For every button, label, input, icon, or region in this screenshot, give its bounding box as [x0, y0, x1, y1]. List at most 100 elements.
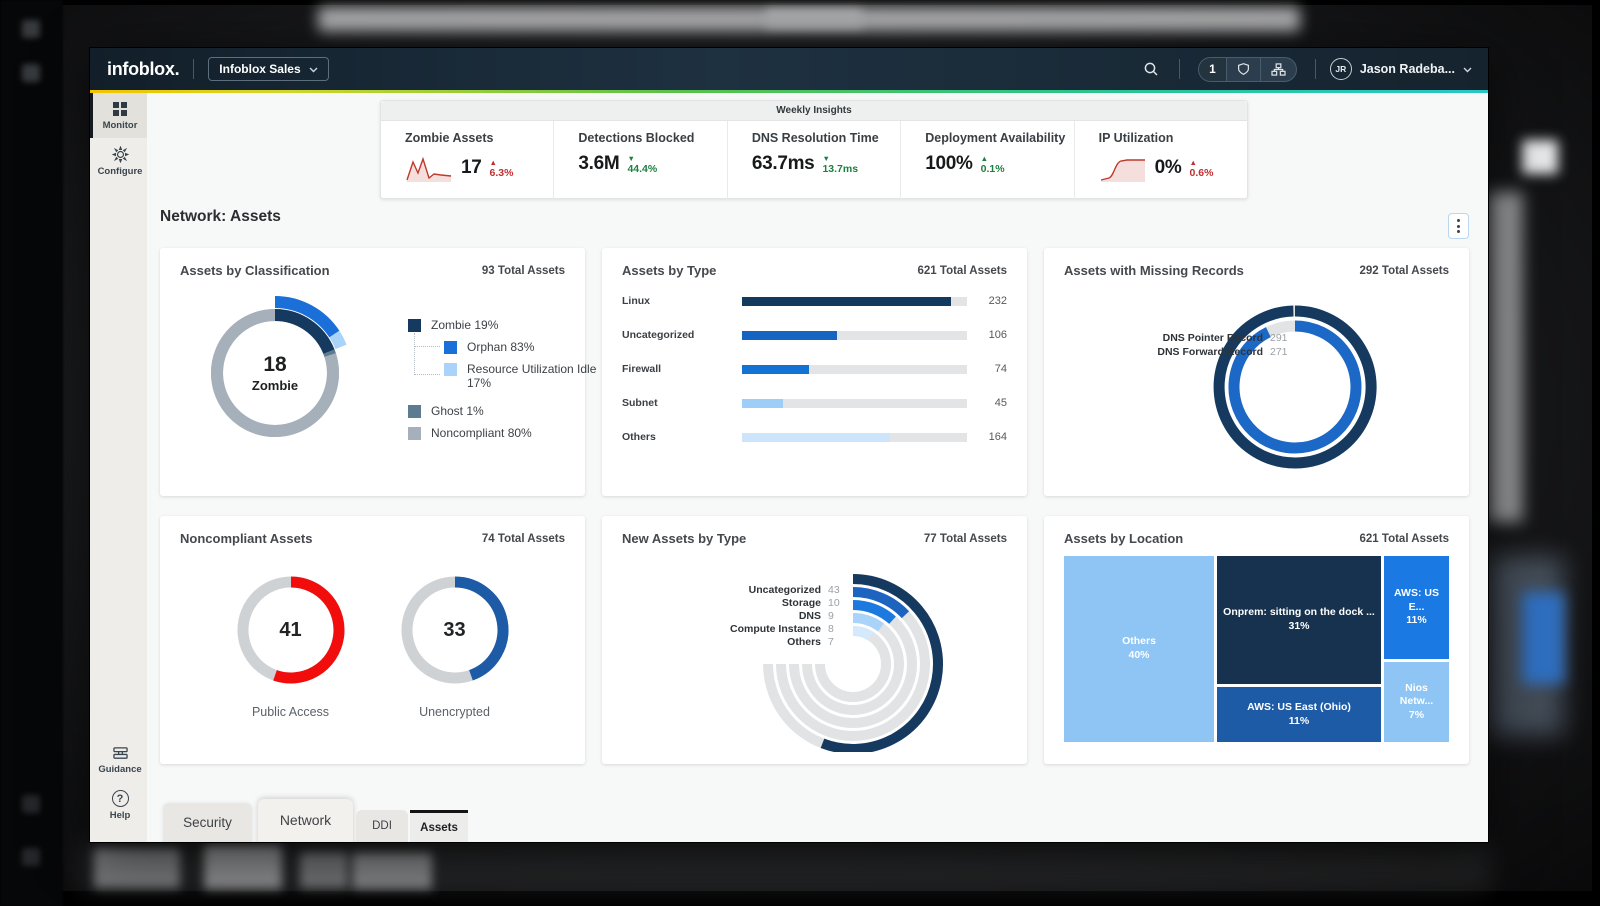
card-title: Noncompliant Assets [180, 531, 312, 546]
bar-row: Linux232 [622, 296, 1007, 306]
bar-fill [742, 297, 951, 306]
sidebar-item-monitor[interactable]: Monitor [90, 93, 147, 138]
legend-swatch [408, 319, 421, 332]
type-bar-chart: Linux232 Uncategorized106 Firewall74 Sub… [622, 278, 1007, 442]
search-icon [1143, 61, 1159, 77]
card-total: 93 Total Assets [482, 265, 565, 277]
gauge-caption: Unencrypted [395, 705, 515, 719]
tab-ddi[interactable]: DDI [356, 810, 408, 842]
more-options-button[interactable] [1448, 213, 1469, 239]
card-total: 621 Total Assets [1360, 533, 1449, 545]
bar-track [742, 297, 967, 306]
bar-row: Firewall74 [622, 364, 1007, 374]
trend-arrow-icon: ▲ [1190, 159, 1197, 167]
sidebar-item-help[interactable]: ? Help [90, 782, 147, 828]
notification-badge[interactable]: 1 [1199, 58, 1226, 81]
user-name: Jason Radeba... [1360, 62, 1455, 76]
sidebar-item-guidance[interactable]: Guidance [90, 738, 147, 782]
bg-right-column [1488, 192, 1522, 522]
bar-track [742, 433, 967, 442]
signpost-icon [112, 746, 129, 761]
sitemap-icon [1271, 63, 1286, 76]
sidebar-item-configure[interactable]: Configure [90, 138, 147, 184]
kpi-label: Deployment Availability [925, 131, 1073, 145]
trend-arrow-icon: ▼ [627, 155, 634, 163]
sidebar-item-label: Guidance [98, 764, 141, 775]
weekly-insights-kpis: Zombie Assets 17 ▲6.3% Detections Blocke… [381, 121, 1247, 199]
legend-swatch [444, 363, 457, 376]
treemap-tile-nios-network: Nios Netw...7% [1384, 662, 1449, 742]
main-content: Weekly Insights Zombie Assets 17 ▲6.3% D… [147, 93, 1488, 842]
user-menu[interactable]: JR Jason Radeba... [1330, 58, 1472, 80]
search-button[interactable] [1137, 55, 1165, 83]
avatar: JR [1330, 58, 1352, 80]
legend-swatch [408, 427, 421, 440]
radial-label-row: DNS Pointer Record291 [1163, 332, 1290, 344]
kpi-value: 3.6M [578, 153, 619, 175]
kpi-value: 17 [461, 157, 482, 179]
bg-icon [22, 848, 40, 866]
legend-swatch [408, 405, 421, 418]
bg-bottom-band [80, 842, 1490, 892]
legend-item: Orphan 83% [444, 340, 534, 354]
header-divider [1179, 59, 1180, 79]
noncompliant-gauges: 41 Public Access 33 Unencrypted [180, 546, 565, 719]
header-divider [1315, 59, 1316, 79]
help-icon: ? [112, 790, 129, 807]
legend-item: Zombie 19% [408, 318, 498, 332]
classification-donut-chart: 18 Zombie [190, 288, 360, 458]
card-assets-with-missing-records: Assets with Missing Records 292 Total As… [1044, 248, 1469, 496]
kpi-dns-resolution-time: DNS Resolution Time 63.7ms ▼13.7ms [727, 121, 900, 199]
kpi-delta: ▲6.3% [490, 159, 514, 179]
card-title: New Assets by Type [622, 531, 746, 546]
kpi-delta: ▲0.1% [981, 155, 1005, 175]
treemap-tile-aws-us-e: AWS: US E...11% [1384, 556, 1449, 659]
card-title: Assets by Type [622, 263, 716, 278]
kpi-zombie-assets: Zombie Assets 17 ▲6.3% [381, 121, 553, 199]
bar-fill [742, 433, 890, 442]
trend-arrow-icon: ▼ [822, 155, 829, 163]
top-header: infoblox. Infoblox Sales 1 [90, 48, 1488, 90]
kpi-deployment-availability: Deployment Availability 100% ▲0.1% [900, 121, 1073, 199]
bg-ghost-tab [204, 845, 282, 889]
gauge-value: 33 [395, 570, 515, 690]
header-right-group: 1 JR Jason Radeba... [1137, 55, 1472, 83]
legend-item: Ghost 1% [408, 404, 484, 418]
missing-records-radial-chart [1080, 284, 1470, 479]
treemap-tile-onprem: Onprem: sitting on the dock ...31% [1217, 556, 1381, 684]
sidebar-bottom: Guidance ? Help [90, 738, 147, 828]
shield-button[interactable] [1226, 58, 1260, 81]
tab-security[interactable]: Security [163, 803, 252, 842]
card-assets-by-type: Assets by Type 621 Total Assets Linux232… [602, 248, 1027, 496]
bg-right-blue-block [1522, 592, 1564, 684]
monitor-grid-icon [112, 101, 128, 117]
treemap-tile-others: Others40% [1064, 556, 1214, 742]
tab-assets[interactable]: Assets [410, 810, 468, 842]
gauge-unencrypted: 33 Unencrypted [395, 570, 515, 719]
new-assets-radial-chart [638, 552, 1028, 752]
sidebar-item-label: Configure [98, 166, 143, 177]
kpi-delta: ▼13.7ms [822, 155, 858, 175]
infoblox-app-window: infoblox. Infoblox Sales 1 [90, 48, 1488, 842]
weekly-insights-bar: Weekly Insights Zombie Assets 17 ▲6.3% D… [380, 100, 1248, 199]
radial-label-row: DNS9 [799, 610, 848, 622]
kpi-value: 100% [925, 153, 972, 175]
sparkline-icon [1099, 153, 1147, 183]
sparkline-icon [405, 153, 453, 183]
bg-ghost-tab [352, 849, 432, 889]
legend-item: Noncompliant 80% [408, 426, 532, 440]
bar-row: Others164 [622, 432, 1007, 442]
gauge-caption: Public Access [231, 705, 351, 719]
tab-network[interactable]: Network [258, 799, 353, 842]
card-assets-by-location: Assets by Location 621 Total Assets Othe… [1044, 516, 1469, 764]
org-selector-button[interactable]: Infoblox Sales [208, 57, 328, 81]
sitemap-button[interactable] [1260, 58, 1296, 81]
trend-arrow-icon: ▲ [981, 155, 988, 163]
kpi-delta: ▼44.4% [627, 155, 657, 175]
kpi-label: Zombie Assets [405, 131, 553, 145]
card-title: Assets with Missing Records [1064, 263, 1244, 278]
bg-ghost-tab [300, 852, 348, 888]
bg-top-box [766, 10, 862, 27]
header-divider [193, 59, 194, 79]
chevron-down-icon [1463, 65, 1472, 74]
